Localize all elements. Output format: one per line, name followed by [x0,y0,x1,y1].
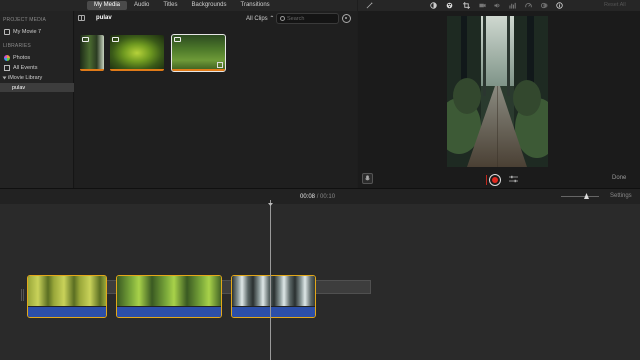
media-browser: pulav All Clips ⌃ [75,11,357,188]
libraries-heading: LIBRARIES [3,43,31,49]
timeline-start-handle[interactable] [21,289,24,301]
playhead[interactable] [270,200,271,360]
video-badge-icon [112,37,119,42]
photos-icon [4,54,10,61]
tab-backgrounds[interactable]: Backgrounds [185,1,234,10]
clip-filter-dropdown[interactable]: All Clips ⌃ [246,15,274,22]
video-preview [447,16,548,167]
video-badge-icon [174,37,181,42]
film-icon [4,28,10,35]
media-tab-bar: My Media Audio Titles Backgrounds Transi… [0,0,357,11]
done-button[interactable]: Done [612,175,626,181]
timeline-settings-button[interactable]: Settings [610,193,632,199]
color-balance-icon[interactable] [430,2,437,9]
clip-filmstrip [28,276,106,306]
browser-toolbar: pulav All Clips ⌃ [75,11,357,27]
clip-filmstrip [232,276,315,306]
adjust-icon[interactable] [509,175,518,183]
adjustment-toolbar: Reset All [358,0,640,11]
zoom-slider-track[interactable] [561,196,599,197]
reset-all-button[interactable]: Reset All [604,2,626,8]
clip-thumbnail-2[interactable] [110,35,164,71]
disclosure-triangle-icon[interactable] [2,76,7,79]
record-indicator-line [486,175,487,185]
video-badge-icon [82,37,89,42]
viewer-panel: Reset All Done [358,0,640,188]
clip-audio-waveform [117,307,221,317]
search-field[interactable] [276,13,339,24]
events-icon [4,64,10,71]
used-range-bar [80,69,104,71]
filter-icon[interactable] [541,2,548,9]
gear-icon[interactable] [342,14,351,23]
sidebar-item-project[interactable]: My Movie 7 [0,27,74,36]
sidebar-item-label: All Events [13,64,38,71]
clip-filmstrip [117,276,221,306]
magic-wand-icon[interactable] [366,2,373,9]
timecode-display: 00:08 / 00:10 [300,194,335,200]
tab-my-media[interactable]: My Media [87,1,128,10]
current-time: 00:08 [300,194,316,200]
timeline-header: 00:08 / 00:10 Settings [0,189,640,204]
volume-icon[interactable] [494,2,501,9]
used-range-bar [172,69,225,71]
info-icon[interactable] [556,2,563,9]
sidebar-item-event[interactable]: pulav [0,83,74,92]
clip-thumbnail-1[interactable] [80,35,104,71]
clip-audio-waveform [28,307,106,317]
crop-icon[interactable] [463,2,470,9]
search-icon [280,16,285,21]
equalizer-icon[interactable] [509,2,516,9]
sidebar-item-library[interactable]: iMovie Library [0,73,74,82]
timeline-clip-3[interactable] [231,275,316,318]
timecode-separator: / [316,194,319,200]
record-icon[interactable] [489,174,501,186]
timeline-clip-2[interactable] [116,275,222,318]
sidebar-toggle-icon[interactable] [78,15,85,21]
sidebar-item-label: iMovie Library [8,74,43,81]
sidebar-item-label: My Movie 7 [13,28,42,35]
viewer-controls: Done [358,171,640,188]
sidebar-item-all-events[interactable]: All Events [0,63,74,72]
timeline-clip-1[interactable] [27,275,107,318]
clip-thumbnail-3[interactable] [171,34,226,72]
clip-audio-waveform [232,307,315,317]
tab-titles[interactable]: Titles [156,1,184,10]
event-title: pulav [96,15,112,21]
sidebar-item-label: Photos [13,54,31,61]
microphone-icon[interactable] [362,173,373,184]
sidebar-item-photos[interactable]: Photos [0,53,74,62]
tab-list: My Media Audio Titles Backgrounds Transi… [87,1,277,10]
total-duration: 00:10 [320,194,336,200]
libraries-sidebar: PROJECT MEDIA My Movie 7 LIBRARIES Photo… [0,11,74,188]
sidebar-item-label: pulav [12,84,26,91]
tab-transitions[interactable]: Transitions [234,1,277,10]
tab-audio[interactable]: Audio [127,1,156,10]
search-input[interactable] [287,15,337,23]
stabilize-badge-icon [217,62,223,68]
used-range-bar [110,69,164,71]
speed-icon[interactable] [525,2,532,9]
camera-icon[interactable] [479,2,486,9]
color-palette-icon[interactable] [446,2,453,9]
project-media-heading: PROJECT MEDIA [3,17,47,23]
